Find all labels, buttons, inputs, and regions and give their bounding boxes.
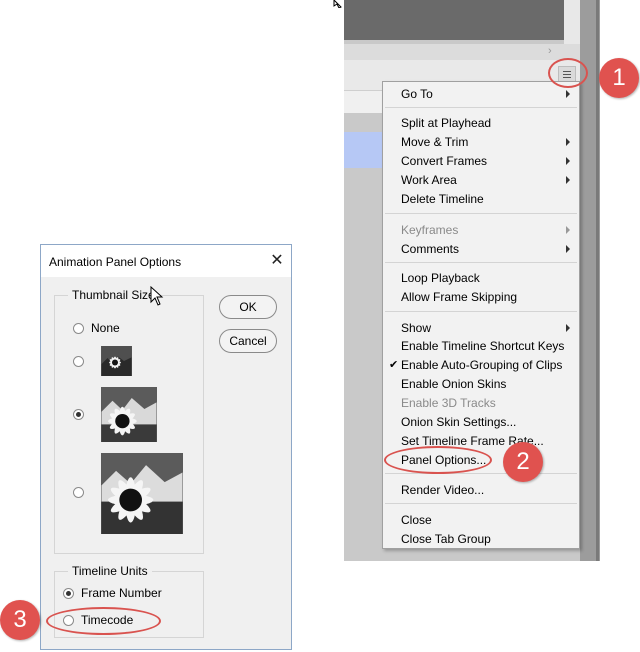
panel-flyout-menu: Go To Split at Playhead Move & Trim Conv… [382,81,580,549]
callout-ring-panel-menu [548,58,588,88]
callout-ring-panel-options [384,446,492,474]
menu-divider [385,213,577,214]
timeline-track-row [344,91,384,113]
scroll-right-icon[interactable]: › [548,45,552,57]
radio-thumb-small[interactable] [73,356,84,367]
menu-item-enable-auto-grouping[interactable]: Enable Auto-Grouping of Clips [401,356,562,374]
vertical-scrollbar[interactable] [564,0,580,44]
thumbnail-medium-preview [101,387,157,442]
menu-item-split-at-playhead[interactable]: Split at Playhead [401,114,491,132]
submenu-arrow-icon [566,245,570,253]
radio-thumb-large[interactable] [73,487,84,498]
menu-item-show[interactable]: Show [401,319,431,337]
radio-thumb-medium[interactable] [73,409,84,420]
sunflower-image-icon [101,453,183,534]
callout-badge-1: 1 [599,58,639,98]
radio-frame-number[interactable] [63,588,74,599]
menu-item-comments[interactable]: Comments [401,240,459,258]
dialog-title: Animation Panel Options [49,255,182,269]
menu-item-close[interactable]: Close [401,511,432,529]
cancel-button[interactable]: Cancel [219,329,277,353]
menu-item-enable-onion-skins[interactable]: Enable Onion Skins [401,375,506,393]
submenu-arrow-icon [566,90,570,98]
mouse-cursor-icon [150,286,164,306]
menu-item-delete-timeline[interactable]: Delete Timeline [401,190,484,208]
thumbnail-large-preview [101,453,183,534]
sunflower-image-icon [101,387,157,442]
menu-item-enable-3d-tracks: Enable 3D Tracks [401,396,496,410]
radio-thumb-none[interactable] [73,323,84,334]
horizontal-scrollbar[interactable] [344,44,580,60]
menu-item-keyframes: Keyframes [401,223,459,237]
radio-frame-number-label: Frame Number [81,586,162,600]
menu-divider [385,473,577,474]
menu-item-convert-frames[interactable]: Convert Frames [401,152,487,170]
menu-divider [385,262,577,263]
menu-item-work-area[interactable]: Work Area [401,171,457,189]
submenu-arrow-icon [566,176,570,184]
radio-thumb-none-label: None [91,321,120,335]
menu-item-onion-skin-settings[interactable]: Onion Skin Settings... [401,413,516,431]
callout-ring-timecode [46,607,161,635]
menu-divider [385,311,577,312]
panel-dock-divider [596,0,599,561]
menu-item-render-video[interactable]: Render Video... [401,481,484,499]
checkmark-icon: ✔ [389,359,399,371]
timeline-units-label: Timeline Units [68,564,152,578]
close-icon[interactable]: ✕ [267,251,287,271]
thumbnail-size-label: Thumbnail Size [68,288,159,302]
animation-panel-options-dialog: Animation Panel Options ✕ Thumbnail Size… [40,244,292,650]
callout-badge-2: 2 [503,442,543,482]
thumbnail-small-preview [101,346,132,376]
menu-item-loop-playback[interactable]: Loop Playback [401,269,480,287]
submenu-arrow-icon [566,157,570,165]
menu-divider [385,107,577,108]
menu-item-go-to[interactable]: Go To [401,85,433,103]
submenu-arrow-icon [566,226,570,234]
canvas-area [344,0,564,40]
mouse-cursor-icon [333,0,342,8]
callout-badge-3: 3 [0,600,40,640]
selected-track[interactable] [344,132,384,168]
sunflower-image-icon [101,346,132,376]
menu-item-allow-frame-skipping[interactable]: Allow Frame Skipping [401,288,517,306]
menu-item-move-trim[interactable]: Move & Trim [401,133,468,151]
dialog-title-bar: Animation Panel Options ✕ [41,245,291,277]
menu-item-enable-timeline-shortcut-keys[interactable]: Enable Timeline Shortcut Keys [401,337,564,355]
submenu-arrow-icon [566,138,570,146]
menu-item-close-tab-group[interactable]: Close Tab Group [401,530,491,548]
submenu-arrow-icon [566,324,570,332]
ok-button[interactable]: OK [219,295,277,319]
menu-divider [385,503,577,504]
